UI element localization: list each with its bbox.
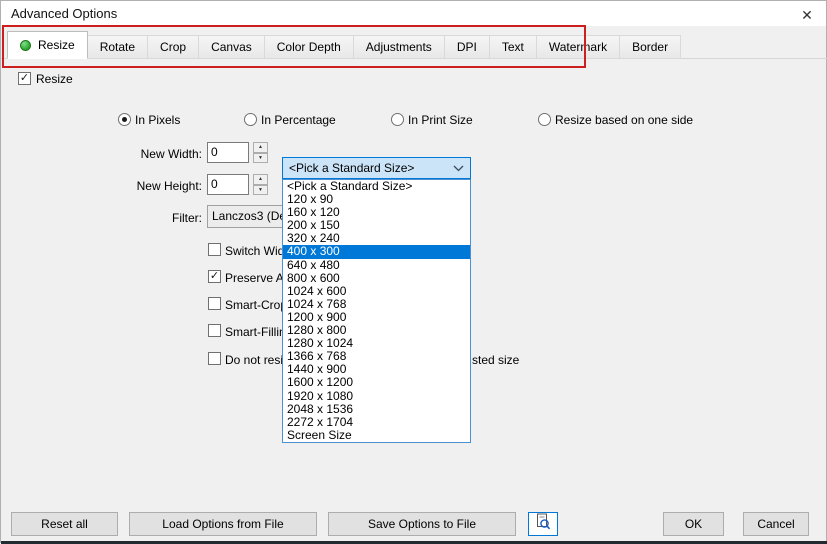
smart-filling-checkbox[interactable] — [208, 324, 221, 337]
tab-rotate[interactable]: Rotate — [86, 35, 149, 59]
size-option[interactable]: 200 x 150 — [283, 219, 470, 232]
size-option[interactable]: 800 x 600 — [283, 272, 470, 285]
size-option[interactable]: 120 x 90 — [283, 193, 470, 206]
smart-cropping-checkbox[interactable] — [208, 297, 221, 310]
tab-border[interactable]: Border — [619, 35, 682, 59]
size-option[interactable]: <Pick a Standard Size> — [283, 180, 470, 193]
document-magnifier-icon — [535, 513, 551, 535]
spinner-up-icon[interactable]: ▲ — [253, 174, 268, 185]
tab-bar: Resize Rotate Crop Canvas Color Depth Ad… — [7, 31, 682, 59]
dialog-title: Advanced Options — [11, 6, 118, 21]
new-width-input[interactable]: 0 — [207, 142, 249, 163]
cancel-button[interactable]: Cancel — [743, 512, 809, 536]
standard-size-value: <Pick a Standard Size> — [289, 161, 415, 175]
tab-label: Crop — [160, 40, 187, 54]
size-option[interactable]: 640 x 480 — [283, 259, 470, 272]
tab-watermark[interactable]: Watermark — [535, 35, 621, 59]
size-option[interactable]: 1024 x 600 — [283, 285, 470, 298]
size-option[interactable]: 1600 x 1200 — [283, 376, 470, 389]
save-options-button[interactable]: Save Options to File — [328, 512, 516, 536]
tab-label: Rotate — [99, 40, 136, 54]
standard-size-dropdown-list: <Pick a Standard Size> 120 x 90 160 x 12… — [282, 179, 471, 443]
do-not-resize-label: Do not resiz — [225, 353, 290, 367]
new-height-input[interactable]: 0 — [207, 174, 249, 195]
preview-button[interactable] — [528, 512, 558, 536]
preserve-aspect-checkbox[interactable]: ✓ — [208, 270, 221, 283]
resize-enable-checkbox[interactable]: ✓ — [18, 72, 31, 85]
tab-dpi[interactable]: DPI — [443, 35, 490, 59]
do-not-resize-label-continuation: sted size — [472, 353, 520, 367]
radio-resize-one-side[interactable] — [538, 113, 551, 126]
spinner-down-icon[interactable]: ▼ — [253, 152, 268, 163]
tab-resize[interactable]: Resize — [7, 31, 88, 59]
radio-in-print-size[interactable] — [391, 113, 404, 126]
size-option-selected[interactable]: 400 x 300 — [283, 245, 470, 259]
size-option[interactable]: 1024 x 768 — [283, 298, 470, 311]
ok-button[interactable]: OK — [663, 512, 724, 536]
tab-canvas[interactable]: Canvas — [198, 35, 265, 59]
spinner-up-icon[interactable]: ▲ — [253, 142, 268, 153]
new-width-label: New Width: — [140, 147, 202, 161]
tab-color-depth[interactable]: Color Depth — [263, 35, 354, 59]
close-icon[interactable]: ✕ — [796, 5, 818, 25]
tab-crop[interactable]: Crop — [147, 35, 200, 59]
new-width-stepper: ▲ ▼ — [253, 142, 268, 163]
size-option[interactable]: 1440 x 900 — [283, 363, 470, 376]
size-option[interactable]: Screen Size — [283, 429, 470, 442]
active-tab-dot-icon — [20, 39, 31, 51]
radio-in-pixels-label: In Pixels — [135, 113, 181, 127]
radio-resize-one-side-label: Resize based on one side — [555, 113, 694, 127]
size-option[interactable]: 160 x 120 — [283, 206, 470, 219]
standard-size-combobox[interactable]: <Pick a Standard Size> — [282, 157, 471, 179]
radio-in-percentage[interactable] — [244, 113, 257, 126]
reset-all-button[interactable]: Reset all — [11, 512, 118, 536]
size-option[interactable]: 2048 x 1536 — [283, 403, 470, 416]
tab-label: Text — [501, 40, 524, 54]
filter-label: Filter: — [172, 211, 202, 225]
tab-label: Color Depth — [276, 40, 341, 54]
size-option[interactable]: 320 x 240 — [283, 232, 470, 245]
size-option[interactable]: 1280 x 1024 — [283, 337, 470, 350]
size-option[interactable]: 1366 x 768 — [283, 350, 470, 363]
resize-enable-label: Resize — [36, 72, 73, 86]
size-option[interactable]: 1920 x 1080 — [283, 390, 470, 403]
do-not-resize-checkbox[interactable] — [208, 352, 221, 365]
tab-label: Adjustments — [365, 40, 432, 54]
tab-label: Canvas — [211, 40, 252, 54]
radio-in-percentage-label: In Percentage — [261, 113, 336, 127]
new-height-stepper: ▲ ▼ — [253, 174, 268, 195]
tab-label: DPI — [456, 40, 477, 54]
size-option[interactable]: 1280 x 800 — [283, 324, 470, 337]
radio-in-print-size-label: In Print Size — [408, 113, 473, 127]
advanced-options-dialog: Advanced Options ✕ Resize Rotate Crop Ca… — [0, 0, 827, 544]
tab-label: Watermark — [548, 40, 608, 54]
spinner-down-icon[interactable]: ▼ — [253, 184, 268, 195]
load-options-button[interactable]: Load Options from File — [129, 512, 317, 536]
tab-label: Border — [632, 40, 669, 54]
size-option[interactable]: 1200 x 900 — [283, 311, 470, 324]
radio-in-pixels[interactable] — [118, 113, 131, 126]
checkmark-icon: ✓ — [19, 72, 30, 84]
switch-width-height-checkbox[interactable] — [208, 243, 221, 256]
preserve-aspect-label: Preserve As — [225, 271, 290, 285]
title-bar: Advanced Options ✕ — [1, 1, 826, 26]
size-option[interactable]: 2272 x 1704 — [283, 416, 470, 429]
new-height-label: New Height: — [136, 179, 202, 193]
tab-label: Resize — [38, 38, 75, 52]
tab-adjustments[interactable]: Adjustments — [352, 35, 445, 59]
chevron-down-icon — [453, 161, 464, 175]
checkmark-icon: ✓ — [209, 270, 220, 282]
tab-text[interactable]: Text — [488, 35, 537, 59]
